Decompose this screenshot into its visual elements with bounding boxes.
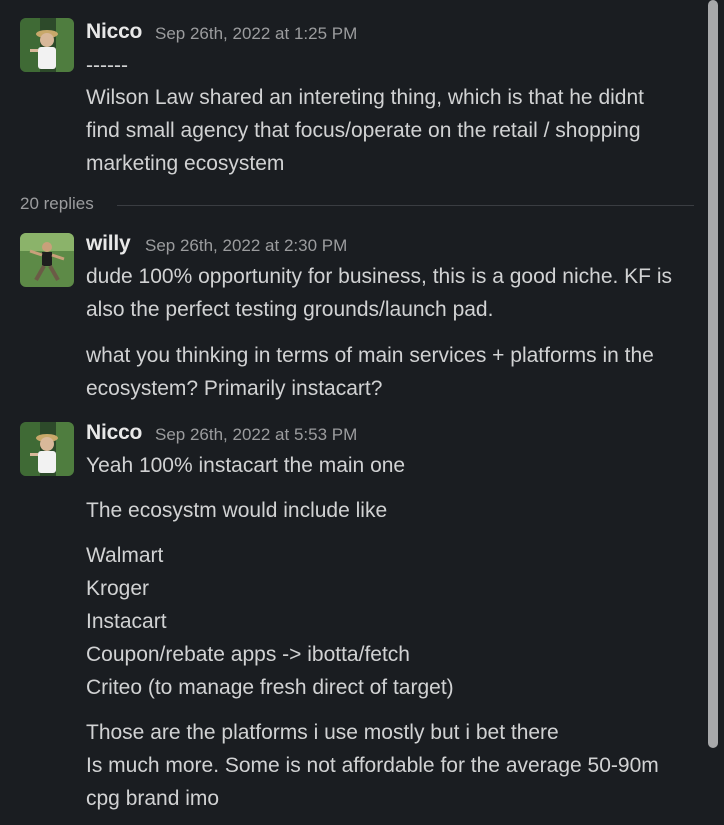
author-name[interactable]: Nicco xyxy=(86,20,142,44)
message-text-line: The ecosystm would include like xyxy=(86,499,388,522)
message-text-line: ------ xyxy=(86,54,128,77)
message-text-line: Wilson Law shared an intereting thing, w… xyxy=(86,86,644,109)
message-timestamp[interactable]: Sep 26th, 2022 at 5:53 PM xyxy=(155,425,357,445)
message-text-line: find small agency that focus/operate on … xyxy=(86,119,641,142)
message-text-line: ecosystem? Primarily instacart? xyxy=(86,377,383,400)
message-text-line: Those are the platforms i use mostly but… xyxy=(86,721,559,744)
message-text-line: Instacart xyxy=(86,610,167,633)
thread-replies-divider: 20 replies xyxy=(20,194,694,216)
message-text-line: Criteo (to manage fresh direct of target… xyxy=(86,676,454,699)
divider-line xyxy=(117,205,694,206)
message-text-line: dude 100% opportunity for business, this… xyxy=(86,265,673,288)
message-text-line: Is much more. Some is not affordable for… xyxy=(86,754,659,777)
message-text-line: what you thinking in terms of main servi… xyxy=(86,344,654,367)
message-text-line: cpg brand imo xyxy=(86,787,220,810)
message-text-line: Walmart xyxy=(86,544,164,567)
scrollbar-thumb[interactable] xyxy=(708,0,718,748)
avatar-willy[interactable] xyxy=(20,233,74,287)
message-timestamp[interactable]: Sep 26th, 2022 at 2:30 PM xyxy=(145,236,347,256)
author-name[interactable]: Nicco xyxy=(86,421,142,445)
message-text-line: Yeah 100% instacart the main one xyxy=(86,454,406,477)
replies-count-link[interactable]: 20 replies xyxy=(20,194,94,214)
author-name[interactable]: willy xyxy=(86,232,131,256)
avatar-nicco[interactable] xyxy=(20,422,74,476)
message-text-line: also the perfect testing grounds/launch … xyxy=(86,298,494,321)
avatar-nicco[interactable] xyxy=(20,18,74,72)
message-text-line: Coupon/rebate apps -> ibotta/fetch xyxy=(86,643,410,666)
message-text-line: Kroger xyxy=(86,577,150,600)
message-timestamp[interactable]: Sep 26th, 2022 at 1:25 PM xyxy=(155,24,357,44)
message-text-line: marketing ecosystem xyxy=(86,152,285,175)
